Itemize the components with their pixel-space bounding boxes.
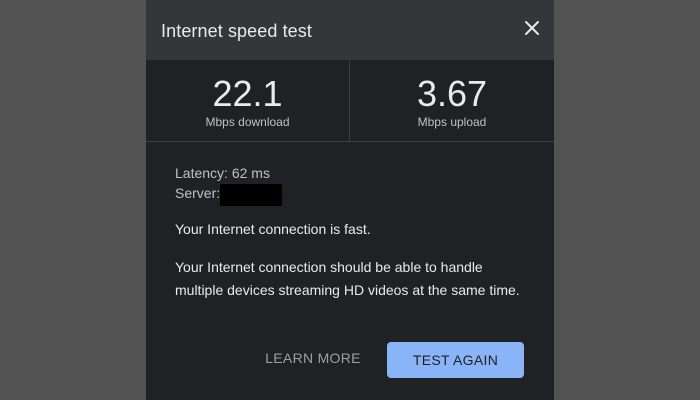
speed-verdict: Your Internet connection is fast. — [175, 221, 371, 237]
dialog-title: Internet speed test — [161, 21, 312, 41]
speed-results: 22.1 Mbps download 3.67 Mbps upload — [146, 60, 554, 142]
server-line: Server: — [175, 183, 535, 206]
test-again-button[interactable]: TEST AGAIN — [387, 342, 524, 378]
upload-value: 3.67 — [416, 73, 488, 114]
close-icon[interactable] — [518, 14, 546, 42]
connection-info: Latency: 62 ms Server: — [175, 163, 535, 206]
speed-test-dialog: Internet speed test 22.1 Mbps download 3… — [146, 0, 554, 400]
upload-unit: Mbps upload — [417, 115, 487, 129]
upload-metric: 3.67 Mbps upload — [350, 60, 554, 141]
server-label: Server: — [175, 185, 221, 201]
download-value: 22.1 — [212, 73, 283, 114]
download-unit: Mbps download — [205, 115, 290, 129]
latency-value: 62 ms — [231, 165, 270, 181]
download-metric: 22.1 Mbps download — [146, 60, 350, 141]
latency-label: Latency: — [175, 165, 228, 181]
latency-line: Latency: 62 ms — [175, 163, 535, 183]
learn-more-button[interactable]: LEARN MORE — [252, 340, 374, 376]
server-redaction — [220, 184, 283, 206]
speed-capability-text: Your Internet connection should be able … — [175, 259, 520, 298]
dialog-header: Internet speed test — [146, 0, 554, 60]
